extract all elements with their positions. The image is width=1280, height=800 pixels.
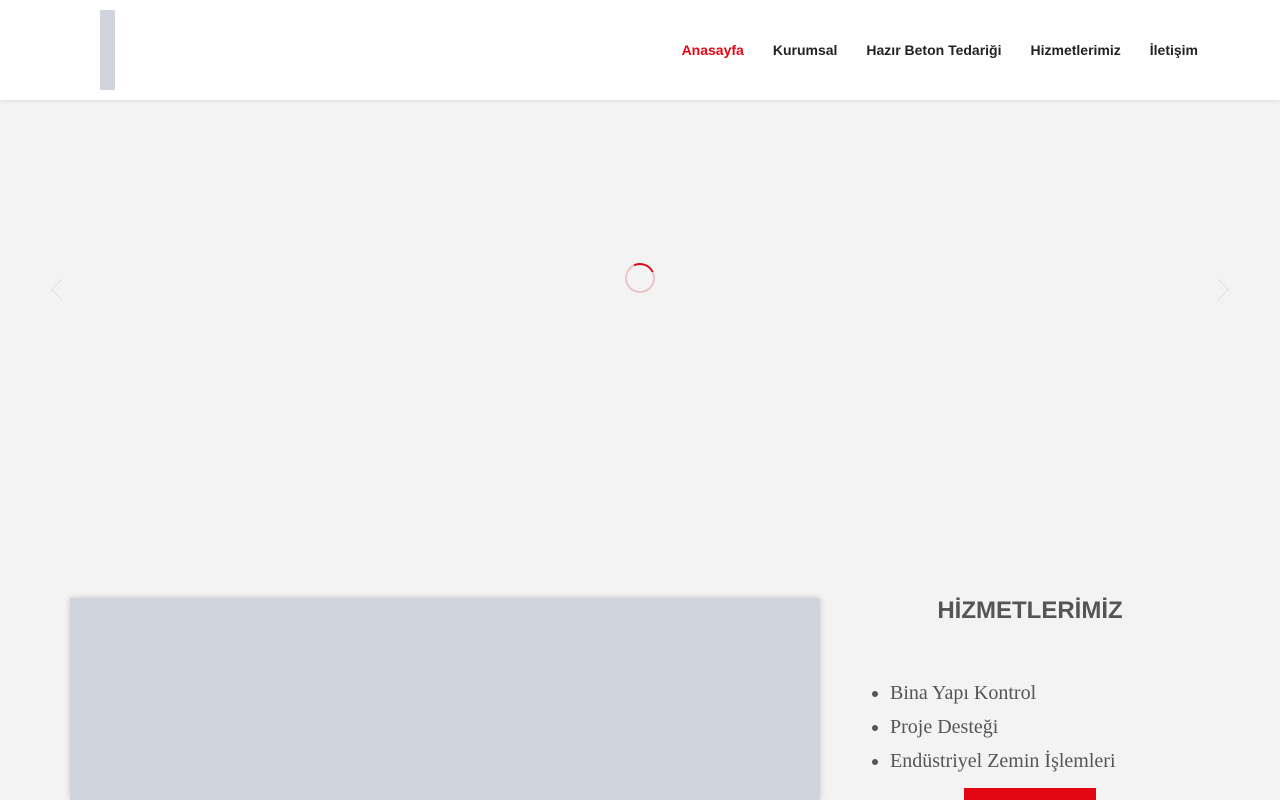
chevron-left-icon[interactable] <box>50 278 73 301</box>
service-item-bina-yapi-kontrol: Bina Yapı Kontrol <box>890 676 1116 710</box>
services-title: HİZMETLERİMİZ <box>937 597 1123 624</box>
hero-slider <box>0 100 1280 560</box>
service-item-proje-destegi: Proje Desteği <box>890 710 1116 744</box>
nav-item-kurumsal[interactable]: Kurumsal <box>773 42 838 58</box>
services-button[interactable] <box>964 788 1096 800</box>
services-list: Bina Yapı Kontrol Proje Desteği Endüstri… <box>890 676 1116 778</box>
service-item-endustriyel-zemin-islemleri: Endüstriyel Zemin İşlemleri <box>890 744 1116 778</box>
nav-item-hizmetlerimiz[interactable]: Hizmetlerimiz <box>1031 42 1121 58</box>
loading-spinner-icon <box>620 258 660 298</box>
nav-item-anasayfa[interactable]: Anasayfa <box>682 42 744 58</box>
nav-item-iletisim[interactable]: İletişim <box>1150 42 1198 58</box>
media-placeholder <box>70 598 820 800</box>
nav-item-hazir-beton-tedarigi[interactable]: Hazır Beton Tedariği <box>866 42 1001 58</box>
chevron-right-icon[interactable] <box>1207 278 1230 301</box>
logo[interactable] <box>100 10 115 90</box>
site-header: Anasayfa Kurumsal Hazır Beton Tedariği H… <box>0 0 1280 100</box>
main-nav: Anasayfa Kurumsal Hazır Beton Tedariği H… <box>653 0 1198 100</box>
